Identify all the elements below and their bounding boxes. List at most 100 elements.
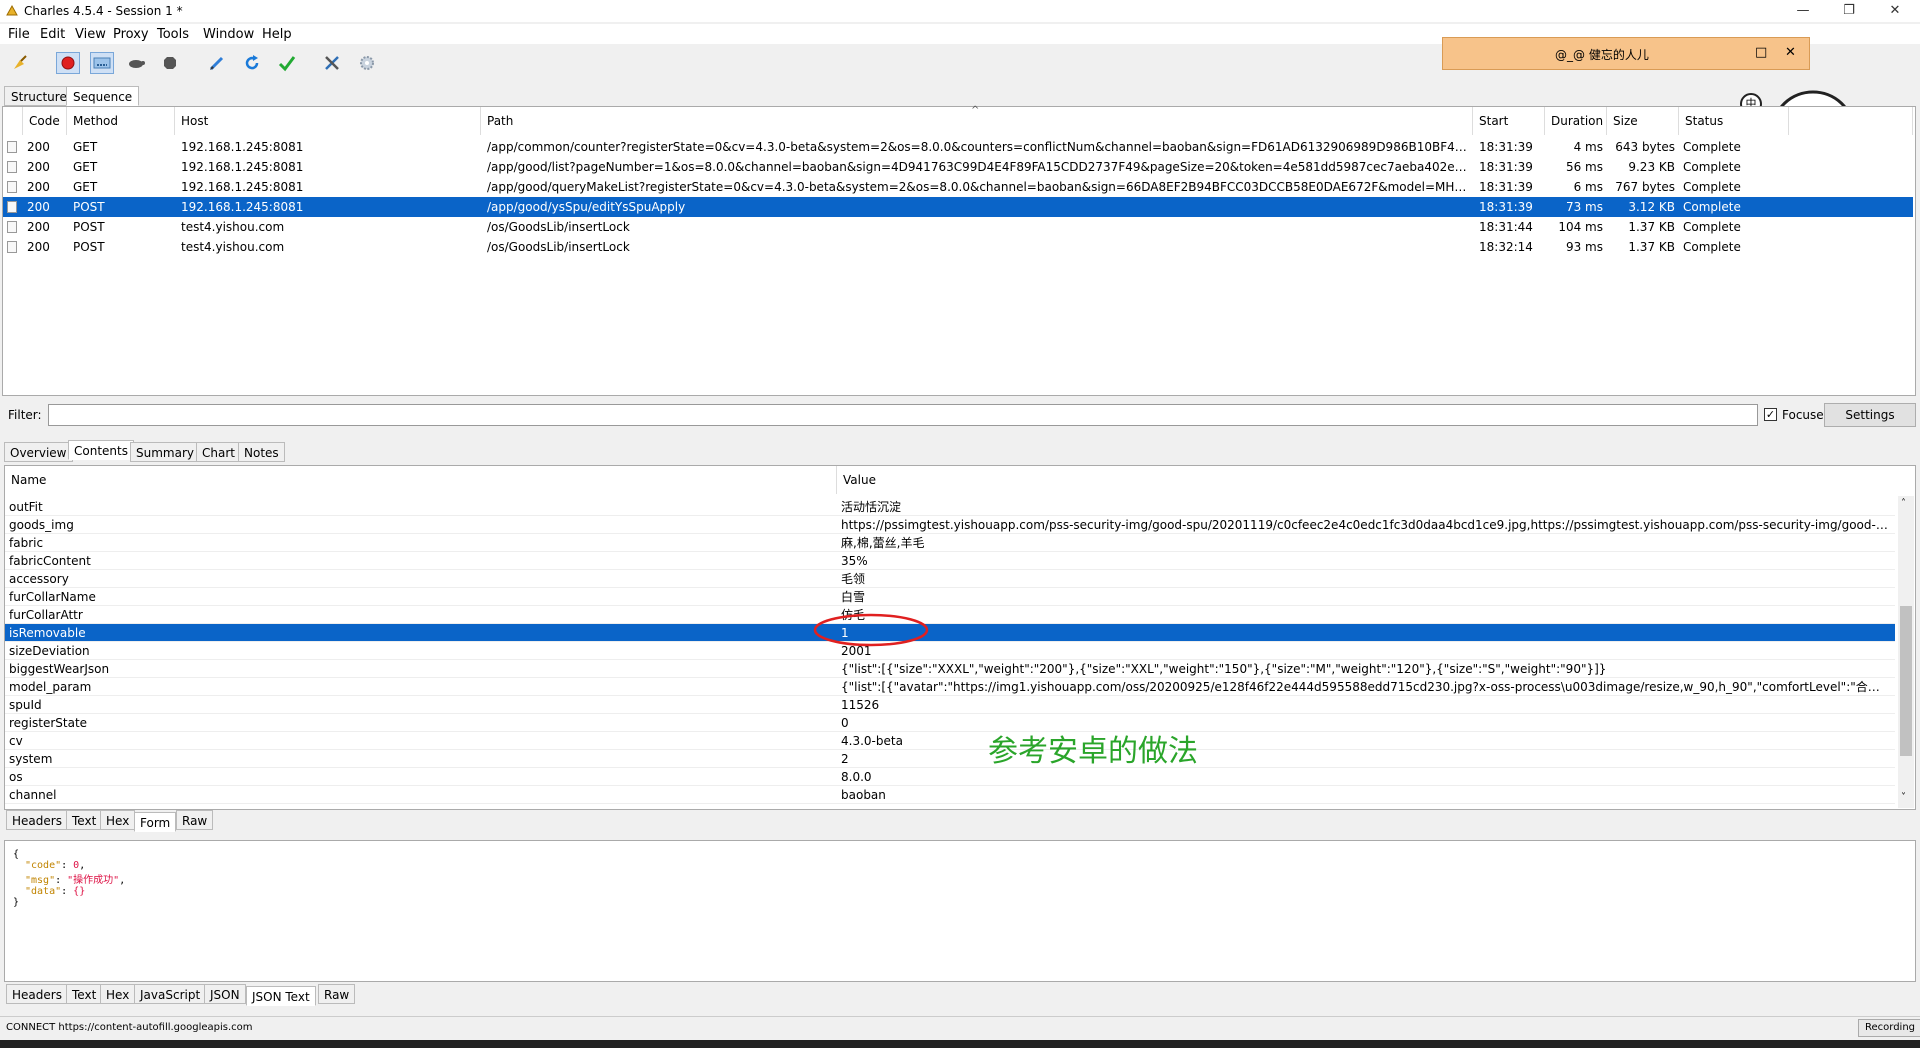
resp-tab-javascript[interactable]: JavaScript	[134, 984, 207, 1004]
req-tab-hex[interactable]: Hex	[100, 810, 136, 830]
menu-edit[interactable]: Edit	[40, 27, 65, 42]
menu-proxy[interactable]: Proxy	[113, 27, 149, 42]
form-field-name: furCollarName	[9, 590, 96, 604]
request-row[interactable]: 200 POST 192.168.1.245:8081/app/good/ysSpu…	[3, 197, 1913, 217]
menu-window[interactable]: Window	[203, 27, 254, 42]
req-tab-headers[interactable]: Headers	[6, 810, 68, 830]
col-method[interactable]: Method	[67, 107, 175, 135]
tab-summary[interactable]: Summary	[130, 442, 200, 462]
response-json-panel[interactable]: { "code": 0, "msg": "操作成功", "data": {} }	[4, 840, 1916, 982]
form-row[interactable]: isRemovable 1	[5, 624, 1895, 642]
form-row[interactable]: spuId 11526	[5, 696, 1895, 714]
checkmark-icon[interactable]	[275, 52, 299, 74]
col-start[interactable]: Start	[1473, 107, 1545, 135]
request-row[interactable]: 200 POST test4.yishou.com/os/GoodsLib/inse…	[3, 237, 1913, 257]
resp-tab-raw[interactable]: Raw	[318, 984, 356, 1004]
form-row[interactable]: os 8.0.0	[5, 768, 1895, 786]
form-row[interactable]: fabric 麻,棉,蕾丝,羊毛	[5, 534, 1895, 552]
request-method: GET	[73, 160, 98, 174]
json-sep: :	[61, 886, 74, 897]
request-host: 192.168.1.245:8081	[181, 180, 304, 194]
tab-overview[interactable]: Overview	[4, 442, 73, 462]
scroll-down-icon[interactable]: ˅	[1901, 792, 1906, 803]
request-start: 18:32:14	[1479, 240, 1533, 254]
focused-checkbox[interactable]: ✓	[1764, 408, 1777, 421]
throttle-icon[interactable]	[90, 52, 114, 74]
col-code[interactable]: Code	[23, 107, 67, 135]
form-field-name: registerState	[9, 716, 88, 730]
resp-tab-text[interactable]: Text	[66, 984, 103, 1004]
request-row[interactable]: 200 GET 192.168.1.245:8081/app/common/coun…	[3, 137, 1913, 157]
document-icon	[7, 141, 17, 153]
col-size[interactable]: Size	[1607, 107, 1679, 135]
document-icon	[7, 201, 17, 213]
form-row[interactable]: channel baoban	[5, 786, 1895, 804]
form-col-name[interactable]: Name	[5, 466, 837, 494]
settings-button[interactable]: Settings	[1824, 403, 1916, 427]
filter-label: Filter:	[8, 408, 42, 422]
request-status: Complete	[1683, 220, 1741, 234]
scroll-thumb[interactable]	[1900, 606, 1912, 756]
gear-icon[interactable]	[355, 52, 379, 74]
request-size: 767 bytes	[1615, 180, 1675, 194]
request-size: 1.37 KB	[1628, 220, 1675, 234]
form-row[interactable]: goods_img https://pssimgtest.yishouapp.co…	[5, 516, 1895, 534]
form-row[interactable]: furCollarAttr 仿毛	[5, 606, 1895, 624]
form-field-name: accessory	[9, 572, 69, 586]
maximize-button[interactable]: ❐	[1826, 0, 1872, 22]
req-tab-text[interactable]: Text	[66, 810, 103, 830]
col-host[interactable]: Host	[175, 107, 481, 135]
form-row[interactable]: model_param {"list":[{"avatar":"https://i…	[5, 678, 1895, 696]
form-field-value: 11526	[841, 698, 880, 712]
form-row[interactable]: fabricContent 35%	[5, 552, 1895, 570]
restore-icon[interactable]: □	[1755, 45, 1767, 60]
recording-badge[interactable]: Recording	[1858, 1019, 1920, 1037]
form-row[interactable]: cv 4.3.0-beta	[5, 732, 1895, 750]
request-row[interactable]: 200 GET 192.168.1.245:8081/app/good/list?p…	[3, 157, 1913, 177]
menu-view[interactable]: View	[75, 27, 106, 42]
form-row[interactable]: system 2	[5, 750, 1895, 768]
col-blank	[1789, 107, 1913, 135]
broom-icon[interactable]	[8, 52, 32, 74]
form-col-value[interactable]: Value	[837, 466, 1897, 494]
pen-icon[interactable]	[205, 52, 229, 74]
req-tab-raw[interactable]: Raw	[176, 810, 214, 830]
col-status[interactable]: Status	[1679, 107, 1789, 135]
notification-close-icon[interactable]: ✕	[1785, 45, 1796, 60]
menu-tools[interactable]: Tools	[157, 27, 189, 42]
tab-sequence[interactable]: Sequence	[66, 86, 140, 106]
col-duration[interactable]: Duration	[1545, 107, 1607, 135]
form-field-name: system	[9, 752, 53, 766]
refresh-icon[interactable]	[240, 52, 264, 74]
tab-structure[interactable]: Structure	[4, 86, 74, 106]
close-button[interactable]: ✕	[1872, 0, 1918, 22]
tools-icon[interactable]	[320, 52, 344, 74]
form-row[interactable]: biggestWearJson {"list":[{"size":"XXXL","…	[5, 660, 1895, 678]
menu-help[interactable]: Help	[262, 27, 292, 42]
filter-input[interactable]	[48, 404, 1758, 426]
tab-notes[interactable]: Notes	[238, 442, 285, 462]
resp-tab-headers[interactable]: Headers	[6, 984, 68, 1004]
scroll-up-icon[interactable]: ˄	[1901, 498, 1906, 509]
json-line: "code": 0,	[13, 860, 1907, 871]
form-row[interactable]: registerState 0	[5, 714, 1895, 732]
form-row[interactable]: sizeDeviation 2001	[5, 642, 1895, 660]
resp-tab-hex[interactable]: Hex	[100, 984, 136, 1004]
form-row[interactable]: outFit 活动恬沉淀	[5, 498, 1895, 516]
req-tab-form[interactable]: Form	[134, 812, 177, 832]
request-size: 643 bytes	[1615, 140, 1675, 154]
record-icon[interactable]	[56, 52, 80, 74]
form-row[interactable]: accessory 毛领	[5, 570, 1895, 588]
minimize-button[interactable]: —	[1780, 0, 1826, 22]
form-scrollbar[interactable]: ˄ ˅	[1898, 496, 1914, 808]
stop-icon[interactable]	[158, 52, 182, 74]
tab-chart[interactable]: Chart	[196, 442, 241, 462]
turtle-icon[interactable]	[124, 52, 148, 74]
menu-file[interactable]: File	[8, 27, 30, 42]
resp-tab-json-text[interactable]: JSON Text	[246, 986, 316, 1006]
form-row[interactable]: furCollarName 白雪	[5, 588, 1895, 606]
tab-contents[interactable]: Contents	[68, 440, 134, 460]
request-row[interactable]: 200 POST test4.yishou.com/os/GoodsLib/inse…	[3, 217, 1913, 237]
request-row[interactable]: 200 GET 192.168.1.245:8081/app/good/queryM…	[3, 177, 1913, 197]
resp-tab-json[interactable]: JSON	[204, 984, 246, 1004]
